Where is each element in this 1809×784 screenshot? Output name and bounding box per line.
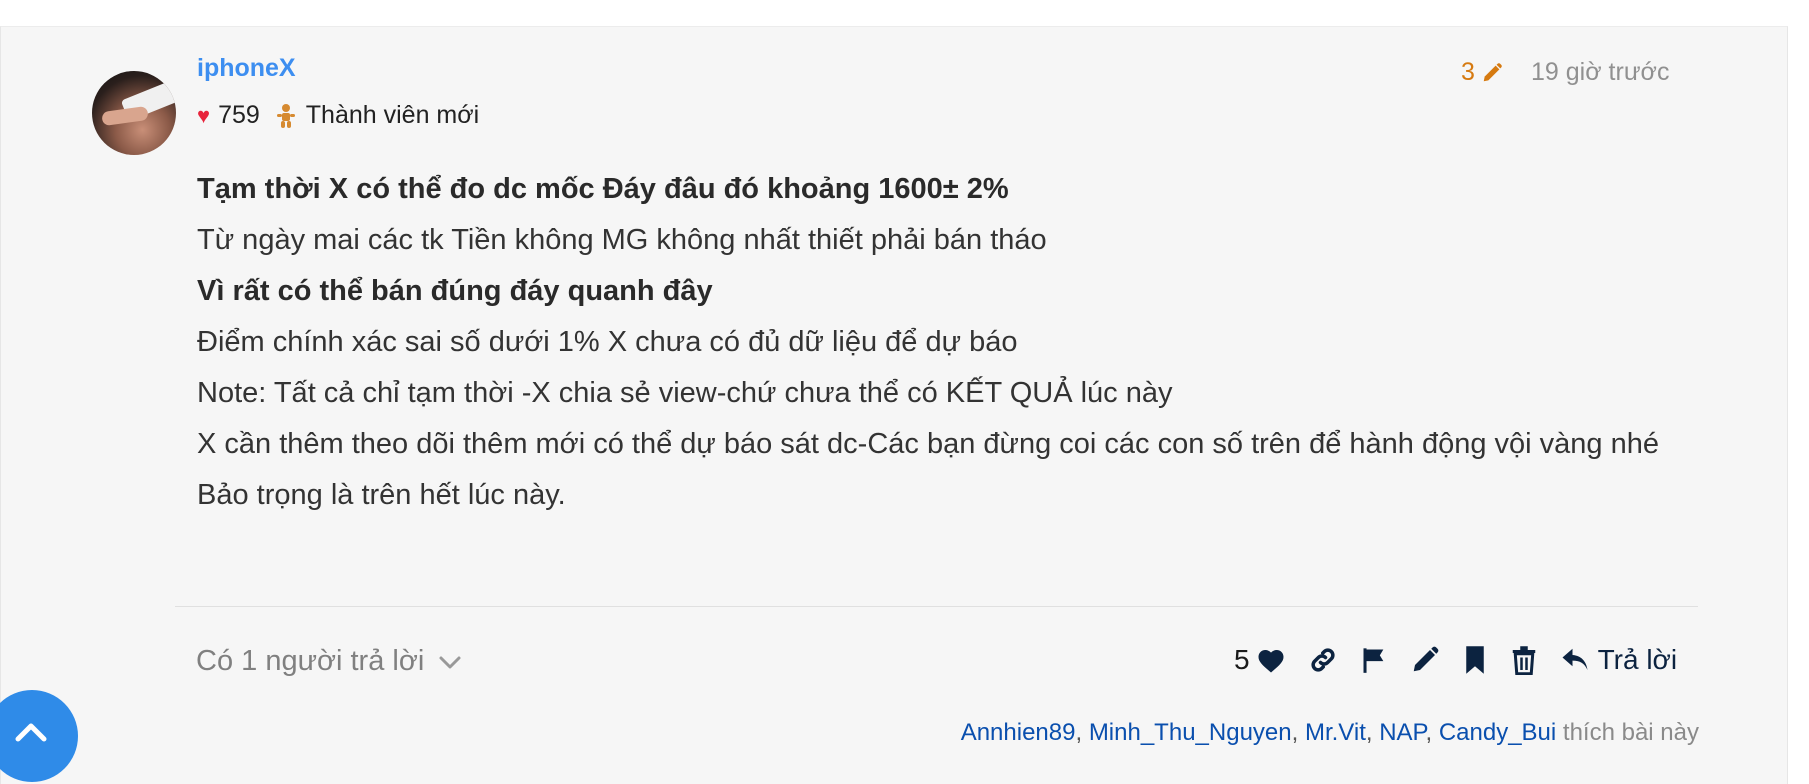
post-divider xyxy=(175,606,1698,607)
user-avatar[interactable] xyxy=(92,71,176,155)
user-meta: ♥ 759 Thành viên mới xyxy=(197,101,479,130)
flag-icon xyxy=(1363,648,1383,673)
baby-icon xyxy=(276,103,296,129)
heart-icon xyxy=(1258,650,1284,673)
heart-icon: ♥ xyxy=(197,102,211,128)
user-likes-count: 759 xyxy=(218,101,260,129)
scroll-to-top-button[interactable] xyxy=(0,690,78,782)
reply-icon xyxy=(1562,648,1588,670)
post-line: Note: Tất cả chỉ tạm thời -X chia sẻ vie… xyxy=(197,377,1173,409)
post-line: X cần thêm theo dõi thêm mới có thể dự b… xyxy=(197,428,1660,460)
liker-link[interactable]: Candy_Bui xyxy=(1439,719,1556,746)
post-timestamp[interactable]: 19 giờ trước xyxy=(1531,58,1669,87)
liker-link[interactable]: Minh_Thu_Nguyen xyxy=(1089,719,1292,746)
bookmark-icon xyxy=(1465,646,1484,674)
avatar-hand-shape xyxy=(101,105,149,127)
post-line: Từ ngày mai các tk Tiền không MG không n… xyxy=(197,224,1047,256)
edit-history[interactable]: 3 xyxy=(1461,58,1503,87)
edit-button[interactable] xyxy=(1410,645,1440,675)
share-link-button[interactable] xyxy=(1308,645,1338,675)
page-right-margin xyxy=(1790,0,1809,784)
post-body: Tạm thời X có thể đo dc mốc Đáy đâu đó k… xyxy=(197,164,1677,521)
liker-link[interactable]: Mr.Vit xyxy=(1305,719,1366,746)
top-band xyxy=(0,0,1790,26)
post-line: Vì rất có thể bán đúng đáy quanh đây xyxy=(197,275,713,307)
link-icon xyxy=(1311,648,1335,672)
post-actions: 5 Trả lời xyxy=(1234,644,1677,676)
post-line: Bảo trọng là trên hết lúc này. xyxy=(197,479,566,511)
chevron-down-icon xyxy=(439,656,461,668)
chevron-up-icon xyxy=(15,723,47,742)
likers-suffix: thích bài này xyxy=(1562,719,1699,746)
pencil-icon xyxy=(1413,646,1438,672)
likers-list: Annhien89, Minh_Thu_Nguyen, Mr.Vit, NAP,… xyxy=(960,719,1699,746)
reply-button[interactable]: Trả lời xyxy=(1560,644,1678,676)
pencil-icon xyxy=(1483,62,1502,81)
post-username[interactable]: iphoneX xyxy=(197,54,296,83)
liker-link[interactable]: Annhien89 xyxy=(961,719,1076,746)
trash-icon xyxy=(1512,646,1535,675)
delete-button[interactable] xyxy=(1510,645,1538,675)
member-rank: Thành viên mới xyxy=(305,101,480,129)
reply-label: Trả lời xyxy=(1597,644,1678,675)
show-replies-button[interactable]: Có 1 người trả lời xyxy=(196,645,462,678)
post-line: Điểm chính xác sai số dưới 1% X chưa có … xyxy=(197,326,1018,358)
post-line: Tạm thời X có thể đo dc mốc Đáy đâu đó k… xyxy=(197,173,1009,205)
flag-button[interactable] xyxy=(1360,645,1388,675)
bookmark-button[interactable] xyxy=(1462,645,1488,675)
like-count: 5 xyxy=(1234,644,1250,675)
edit-count: 3 xyxy=(1461,58,1475,86)
like-button[interactable]: 5 xyxy=(1234,644,1286,676)
replies-label: Có 1 người trả lời xyxy=(196,645,425,677)
liker-link[interactable]: NAP xyxy=(1379,719,1425,746)
